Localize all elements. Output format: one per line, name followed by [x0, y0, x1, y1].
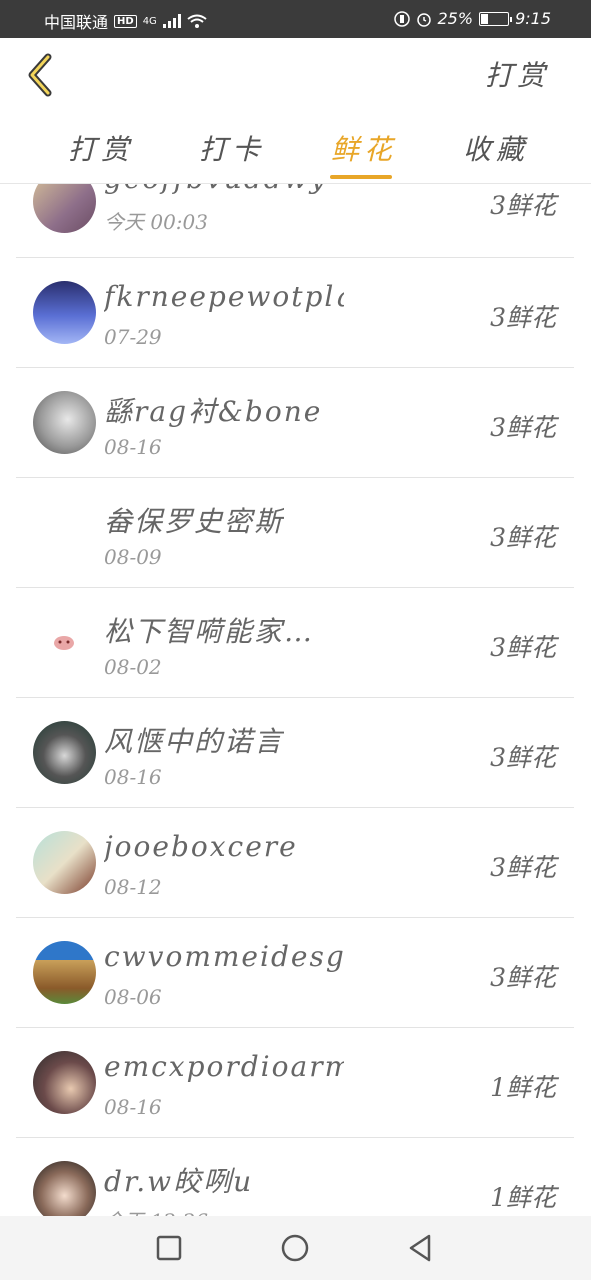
- list-item[interactable]: geoffbvuddwy 今天 00:03 3鲜花: [16, 184, 574, 258]
- status-right: 25% 9:15: [393, 9, 551, 28]
- list-item[interactable]: emcxpordioarm… 08-16 1鲜花: [16, 1028, 574, 1138]
- header: 打赏 打赏 打卡 鲜花 收藏: [0, 38, 591, 184]
- item-date: 07-29: [104, 325, 162, 349]
- active-tab-indicator: [330, 175, 392, 179]
- item-date: 08-09: [104, 545, 162, 569]
- item-date: 08-02: [104, 655, 162, 679]
- list-item[interactable]: 繇rag衬&bone 08-16 3鲜花: [16, 368, 574, 478]
- user-name: jooeboxcere: [104, 830, 298, 863]
- list-item[interactable]: 风惬中的诺言 08-16 3鲜花: [16, 698, 574, 808]
- signal-icon: [162, 14, 181, 28]
- battery-percent: 25%: [437, 9, 474, 28]
- user-name: cwvommeidesga…: [104, 940, 344, 973]
- flower-count: 1鲜花: [490, 1183, 556, 1212]
- avatar: [33, 611, 96, 674]
- avatar: [33, 391, 96, 454]
- item-date: 今天 00:03: [104, 210, 208, 234]
- clock-time: 9:15: [515, 9, 551, 28]
- flower-count: 1鲜花: [490, 1073, 556, 1102]
- user-name: 繇rag衬&bone: [104, 395, 323, 428]
- list-item[interactable]: jooeboxcere 08-12 3鲜花: [16, 808, 574, 918]
- square-icon[interactable]: [154, 1233, 184, 1263]
- list-item[interactable]: 畚保罗史密斯 08-09 3鲜花: [16, 478, 574, 588]
- tab-bar: 打赏 打卡 鲜花 收藏: [0, 122, 591, 182]
- battery-icon: [479, 11, 513, 26]
- avatar: [33, 501, 96, 564]
- hd-badge: HD: [114, 14, 137, 28]
- network-type: 4G: [142, 15, 157, 27]
- item-date: 08-06: [104, 985, 162, 1009]
- system-nav-bar: [0, 1216, 591, 1280]
- user-name: fkrneepewotplqe: [104, 280, 344, 313]
- flower-count: 3鲜花: [490, 191, 556, 220]
- flower-count: 3鲜花: [490, 853, 556, 882]
- user-name: dr.w皎咧u: [104, 1165, 254, 1198]
- flower-count: 3鲜花: [490, 743, 556, 772]
- flower-count: 3鲜花: [490, 303, 556, 332]
- item-date: 08-16: [104, 1095, 162, 1119]
- flower-list[interactable]: geoffbvuddwy 今天 00:03 3鲜花 fkrneepewotplq…: [0, 184, 591, 1216]
- flower-count: 3鲜花: [490, 523, 556, 552]
- flower-count: 3鲜花: [490, 633, 556, 662]
- user-name: 畚保罗史密斯: [104, 505, 285, 538]
- tab-favorites[interactable]: 收藏: [463, 128, 529, 168]
- user-name: geoffbvuddwy: [104, 184, 328, 195]
- triangle-back-icon[interactable]: [405, 1233, 435, 1263]
- circle-icon[interactable]: [280, 1233, 310, 1263]
- avatar: [33, 831, 96, 894]
- flower-count: 3鲜花: [490, 413, 556, 442]
- user-name: emcxpordioarm…: [104, 1050, 344, 1083]
- chevron-left-icon[interactable]: [22, 52, 58, 98]
- item-date: 08-12: [104, 875, 162, 899]
- tab-flowers[interactable]: 鲜花: [331, 128, 397, 168]
- item-date: 今天 12:26: [104, 1205, 208, 1216]
- flower-count: 3鲜花: [490, 963, 556, 992]
- avatar: [33, 184, 96, 233]
- tab-checkin[interactable]: 打卡: [199, 128, 265, 168]
- reward-action-button[interactable]: 打赏: [485, 54, 549, 94]
- wifi-icon: [187, 14, 207, 28]
- list-item[interactable]: 松下智嗬能家… 08-02 3鲜花: [16, 588, 574, 698]
- avatar: [33, 281, 96, 344]
- tab-reward[interactable]: 打赏: [68, 128, 134, 168]
- avatar: [33, 721, 96, 784]
- carrier-label: 中国联通: [44, 13, 109, 32]
- item-date: 08-16: [104, 435, 162, 459]
- status-bar: 中国联通 HD 4G 25% 9:15: [0, 0, 591, 38]
- item-date: 08-16: [104, 765, 162, 789]
- status-left: 中国联通 HD 4G: [44, 9, 207, 33]
- user-name: 风惬中的诺言: [104, 725, 285, 758]
- avatar: [33, 941, 96, 1004]
- avatar: [33, 1051, 96, 1114]
- alarm-icon: [416, 12, 431, 27]
- list-item[interactable]: fkrneepewotplqe 07-29 3鲜花: [16, 258, 574, 368]
- vibrate-icon: [393, 10, 410, 27]
- cartoon-face-icon: [54, 636, 74, 650]
- avatar: [33, 1161, 96, 1216]
- list-item[interactable]: cwvommeidesga… 08-06 3鲜花: [16, 918, 574, 1028]
- list-item[interactable]: dr.w皎咧u 今天 12:26 1鲜花: [16, 1138, 574, 1216]
- user-name: 松下智嗬能家…: [104, 615, 315, 648]
